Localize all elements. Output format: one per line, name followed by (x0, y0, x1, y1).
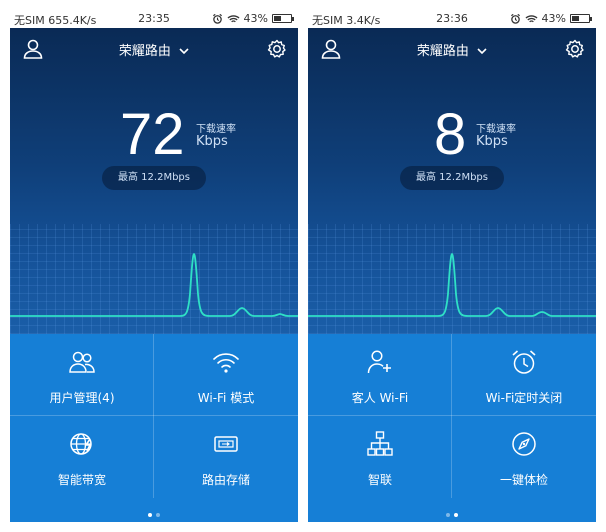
tile-user-management[interactable]: 用户管理(4) (10, 334, 154, 416)
speed-unit: Kbps (476, 134, 508, 149)
router-selector[interactable]: 荣耀路由 (308, 40, 596, 59)
speed-waveform (308, 253, 596, 317)
alarm-icon (510, 13, 520, 24)
max-speed-badge: 最高 12.2Mbps (400, 166, 504, 190)
tile-label: 智联 (367, 473, 392, 487)
battery-icon (272, 14, 294, 23)
compass-check-icon (512, 432, 536, 456)
download-speed-value: 8 (434, 102, 467, 167)
wifi-signal-icon (525, 14, 538, 22)
page-dot[interactable] (446, 513, 450, 517)
speed-panel: 荣耀路由 72 下载速率 Kbps 最高 12.2Mbps (10, 28, 298, 334)
chevron-down-icon (477, 48, 487, 55)
speed-waveform (10, 253, 298, 317)
users-icon (69, 351, 95, 373)
tile-label: 客人 Wi-Fi (351, 391, 409, 405)
page-dot[interactable] (454, 513, 458, 517)
tile-label: 用户管理(4) (49, 391, 115, 405)
phone-screen-left: 无SIM 655.4K/s 23:35 43% 荣耀路由 72 下载速率 Kbp… (10, 10, 298, 522)
phone-screen-right: 无SIM 3.4K/s 23:36 43% 荣耀路由 8 下载速率 Kbps 最… (308, 10, 596, 522)
tile-smart-bandwidth[interactable]: 智能带宽 (10, 416, 154, 498)
settings-gear-icon[interactable] (266, 38, 288, 60)
globe-bandwidth-icon (70, 433, 92, 455)
alarm-icon (212, 13, 222, 24)
status-bar: 无SIM 3.4K/s 23:36 43% (308, 10, 596, 28)
network-topology-icon (367, 431, 393, 456)
router-name: 荣耀路由 (118, 44, 171, 59)
router-name: 荣耀路由 (416, 44, 469, 59)
battery-percent: 43% (541, 12, 566, 25)
feature-grid: 客人 Wi-Fi Wi-Fi定时关闭 智联 一键体检 (308, 334, 596, 522)
battery-percent: 43% (243, 12, 268, 25)
tile-label: Wi-Fi定时关闭 (485, 391, 563, 405)
max-speed-badge: 最高 12.2Mbps (102, 166, 206, 190)
tile-wifi-mode[interactable]: Wi-Fi 模式 (154, 334, 298, 416)
tile-label: 路由存储 (201, 473, 250, 487)
download-speed-label: 下载速率 (476, 124, 516, 135)
tile-smart-connect[interactable]: 智联 (308, 416, 452, 498)
alarm-clock-icon (512, 350, 536, 374)
tile-label: Wi-Fi 模式 (197, 391, 255, 405)
speed-panel: 荣耀路由 8 下载速率 Kbps 最高 12.2Mbps (308, 28, 596, 334)
router-selector[interactable]: 荣耀路由 (10, 40, 298, 59)
page-indicator[interactable] (308, 502, 596, 521)
status-bar: 无SIM 655.4K/s 23:35 43% (10, 10, 298, 28)
download-speed-value: 72 (120, 102, 185, 167)
wifi-signal-icon (227, 14, 240, 22)
page-dot[interactable] (148, 513, 152, 517)
tile-guest-wifi[interactable]: 客人 Wi-Fi (308, 334, 452, 416)
settings-gear-icon[interactable] (564, 38, 586, 60)
speed-unit: Kbps (196, 134, 228, 149)
add-guest-icon (367, 350, 391, 374)
tile-router-storage[interactable]: 路由存储 (154, 416, 298, 498)
tile-wifi-timer-off[interactable]: Wi-Fi定时关闭 (452, 334, 596, 416)
battery-icon (570, 14, 592, 23)
feature-grid: 用户管理(4) Wi-Fi 模式 智能带宽 路由存储 (10, 334, 298, 522)
tile-one-click-check[interactable]: 一键体检 (452, 416, 596, 498)
wifi-icon (213, 353, 239, 373)
storage-icon (214, 436, 238, 452)
page-dot[interactable] (156, 513, 160, 517)
tile-label: 一键体检 (499, 473, 548, 487)
page-indicator[interactable] (10, 502, 298, 521)
chevron-down-icon (179, 48, 189, 55)
download-speed-label: 下载速率 (196, 124, 236, 135)
tile-label: 智能带宽 (57, 473, 106, 487)
